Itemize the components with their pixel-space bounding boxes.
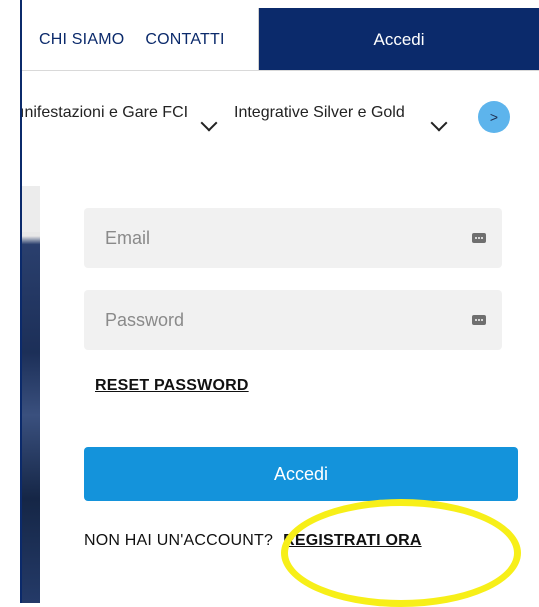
main-nav: ınifestazioni e Gare FCI Integrative Sil… — [22, 70, 539, 166]
reset-password-link[interactable]: RESET PASSWORD — [95, 377, 249, 395]
highlight-circle — [281, 499, 521, 607]
chevron-down-icon — [200, 114, 218, 132]
password-input[interactable] — [103, 308, 472, 332]
nav-item-label: ınifestazioni e Gare FCI — [22, 104, 189, 121]
chevron-down-icon — [430, 114, 448, 132]
login-top-button[interactable]: Accedi — [259, 8, 539, 70]
hero-image — [22, 186, 40, 603]
login-submit-button[interactable]: Accedi — [84, 447, 518, 501]
nav-item-label: Integrative Silver e Gold — [234, 104, 405, 121]
email-input[interactable] — [103, 226, 472, 250]
no-account-text: NON HAI UN'ACCOUNT? — [84, 532, 274, 549]
top-bar: CHI SIAMO CONTATTI Accedi — [22, 0, 539, 71]
keyboard-icon[interactable] — [472, 315, 486, 325]
nav-link-chi-siamo[interactable]: CHI SIAMO — [39, 31, 124, 49]
register-row: NON HAI UN'ACCOUNT? REGISTRATI ORA — [84, 532, 422, 550]
register-link[interactable]: REGISTRATI ORA — [283, 532, 422, 549]
nav-item-integrative[interactable]: Integrative Silver e Gold — [234, 104, 448, 132]
email-field — [84, 208, 502, 268]
nav-next-button[interactable]: > — [478, 101, 510, 133]
password-field — [84, 290, 502, 350]
keyboard-icon[interactable] — [472, 233, 486, 243]
nav-link-contatti[interactable]: CONTATTI — [145, 31, 224, 49]
nav-item-manifestazioni[interactable]: ınifestazioni e Gare FCI — [22, 104, 218, 132]
top-links: CHI SIAMO CONTATTI — [22, 8, 259, 70]
